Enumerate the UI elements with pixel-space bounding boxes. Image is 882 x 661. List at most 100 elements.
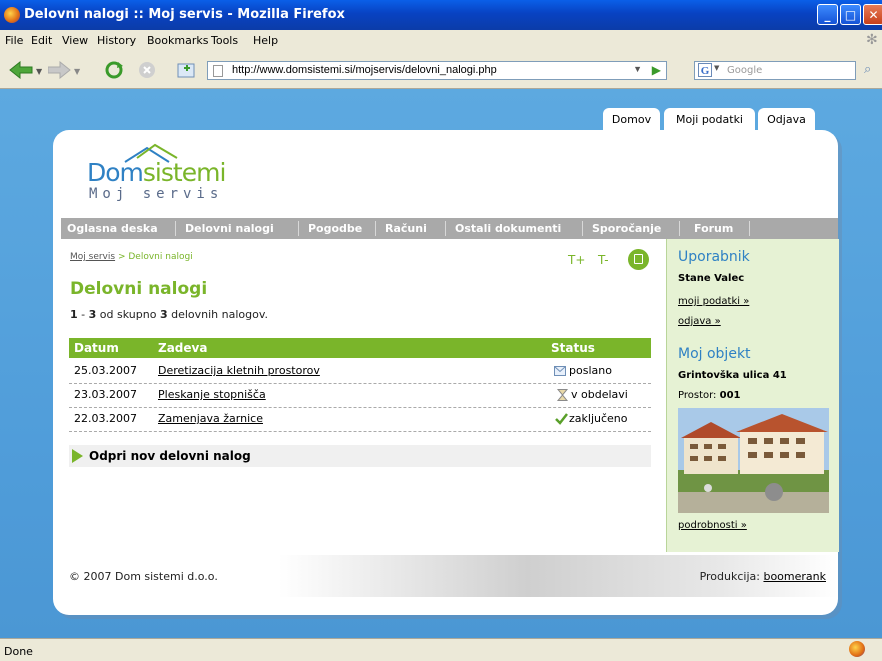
object-address: Grintovška ulica 41 (678, 370, 787, 381)
col-datum: Datum (74, 341, 119, 355)
main-nav: Oglasna deska Delovni nalogi Pogodbe Rač… (61, 218, 838, 239)
nav-racuni[interactable]: Računi (385, 218, 427, 239)
engine-dropdown-icon[interactable]: ▼ (714, 64, 719, 72)
nav-divider (582, 221, 583, 236)
google-engine-icon[interactable]: G (698, 63, 712, 77)
nav-pogodbe[interactable]: Pogodbe (308, 218, 362, 239)
results-count: 1 - 3 od skupno 3 delovnih nalogov. (70, 308, 268, 321)
stop-icon[interactable] (138, 61, 160, 79)
tab-moji-podatki[interactable]: Moji podatki (664, 108, 755, 132)
row-status: v obdelavi (571, 388, 628, 401)
nav-divider (749, 221, 750, 236)
hourglass-icon (556, 389, 569, 401)
sidebar: Uporabnik Stane Valec moji podatki » odj… (666, 239, 839, 552)
arrow-right-icon (72, 449, 83, 463)
unit-line: Prostor: 001 (678, 390, 740, 401)
menu-help[interactable]: Help (253, 34, 278, 47)
tab-odjava[interactable]: Odjava (758, 108, 815, 132)
menu-edit[interactable]: Edit (31, 34, 52, 47)
producer-credit: Produkcija: boomerank (699, 570, 826, 583)
my-data-link[interactable]: moji podatki » (678, 296, 749, 307)
go-icon[interactable]: ▶ (652, 63, 661, 77)
firefox-status-icon (849, 641, 865, 657)
menu-bar: File Edit View History Bookmarks Tools H… (0, 30, 882, 52)
search-input[interactable]: Google (727, 65, 762, 76)
maximize-button[interactable]: □ (840, 4, 861, 25)
new-order-link[interactable]: Odpri nov delovni nalog (89, 449, 251, 463)
nav-sporocanje[interactable]: Sporočanje (592, 218, 661, 239)
status-text: Done (4, 645, 33, 658)
page-footer: © 2007 Dom sistemi d.o.o. Produkcija: bo… (61, 555, 838, 597)
unit-label: Prostor: (678, 390, 717, 401)
svg-text:▼: ▼ (74, 67, 81, 76)
new-order-bar[interactable]: Odpri nov delovni nalog (69, 445, 651, 467)
throbber-icon: ✻ (866, 32, 878, 48)
close-button[interactable]: ✕ (863, 4, 882, 25)
search-box[interactable]: G ▼ Google (694, 61, 856, 80)
row-date: 23.03.2007 (74, 388, 137, 401)
table-row: 23.03.2007 Pleskanje stopnišča v obdelav… (69, 384, 651, 408)
row-subject-link[interactable]: Deretizacija kletnih prostorov (158, 364, 320, 377)
menu-history[interactable]: History (97, 34, 136, 47)
nav-forum[interactable]: Forum (694, 218, 733, 239)
text-increase-button[interactable]: T+ (568, 253, 585, 267)
text-decrease-button[interactable]: T- (598, 253, 609, 267)
nav-oglasna-deska[interactable]: Oglasna deska (67, 218, 158, 239)
row-date: 25.03.2007 (74, 364, 137, 377)
menu-bookmarks[interactable]: Bookmarks (147, 34, 208, 47)
unit-value: 001 (719, 390, 741, 401)
row-subject-link[interactable]: Zamenjava žarnice (158, 412, 263, 425)
breadcrumb-moj-servis-link[interactable]: Moj servis (70, 252, 115, 262)
row-status: poslano (569, 364, 612, 377)
nav-ostali-dokumenti[interactable]: Ostali dokumenti (455, 218, 561, 239)
table-header: Datum Zadeva Status (69, 338, 651, 358)
row-date: 22.03.2007 (74, 412, 137, 425)
checkmark-icon (555, 413, 568, 425)
col-zadeva: Zadeva (158, 341, 208, 355)
minimize-button[interactable]: _ (817, 4, 838, 25)
page-icon (213, 65, 223, 77)
row-subject-link[interactable]: Pleskanje stopnišča (158, 388, 266, 401)
address-bar[interactable]: http://www.domsistemi.si/mojservis/delov… (207, 61, 667, 80)
nav-divider (679, 221, 680, 236)
logo-wordmark: Domsistemi (87, 158, 226, 187)
menu-view[interactable]: View (62, 34, 88, 47)
firefox-icon (4, 7, 20, 23)
nav-divider (175, 221, 176, 236)
table-row: 25.03.2007 Deretizacija kletnih prostoro… (69, 360, 651, 384)
status-bar: Done (0, 638, 882, 661)
user-heading: Uporabnik (678, 249, 750, 265)
svg-text:▼: ▼ (36, 67, 42, 76)
breadcrumb-current: Delovni nalogi (128, 252, 193, 262)
domsistemi-logo[interactable]: Domsistemi Moj servis (87, 142, 237, 206)
details-link[interactable]: podrobnosti » (678, 520, 747, 531)
menu-tools[interactable]: Tools (211, 34, 238, 47)
reload-icon[interactable] (104, 61, 126, 79)
nav-divider (298, 221, 299, 236)
home-icon[interactable] (176, 61, 198, 79)
col-status: Status (551, 341, 595, 355)
forward-arrow-icon[interactable]: ▼ (48, 61, 82, 79)
url-dropdown-icon[interactable]: ▼ (633, 64, 642, 74)
row-status: zaključeno (569, 412, 628, 425)
logout-link[interactable]: odjava » (678, 316, 721, 327)
producer-link[interactable]: boomerank (763, 570, 826, 583)
building-photo (678, 408, 829, 513)
page-title: Delovni nalogi (70, 279, 208, 299)
nav-delovni-nalogi[interactable]: Delovni nalogi (185, 218, 274, 239)
envelope-icon (554, 366, 566, 376)
print-icon[interactable] (628, 249, 649, 270)
tab-domov[interactable]: Domov (603, 108, 660, 132)
logo-subtitle: Moj servis (89, 186, 224, 202)
search-icon[interactable]: ⌕ (864, 62, 871, 77)
menu-file[interactable]: File (5, 34, 23, 47)
user-name: Stane Valec (678, 273, 745, 284)
object-heading: Moj objekt (678, 346, 751, 362)
table-row: 22.03.2007 Zamenjava žarnice zaključeno (69, 408, 651, 432)
url-text[interactable]: http://www.domsistemi.si/mojservis/delov… (232, 64, 497, 76)
window-titlebar: Delovni nalogi :: Moj servis - Mozilla F… (0, 0, 882, 30)
nav-divider (375, 221, 376, 236)
nav-divider (445, 221, 446, 236)
back-arrow-icon[interactable]: ▼ (8, 61, 42, 79)
window-title: Delovni nalogi :: Moj servis - Mozilla F… (24, 7, 345, 22)
